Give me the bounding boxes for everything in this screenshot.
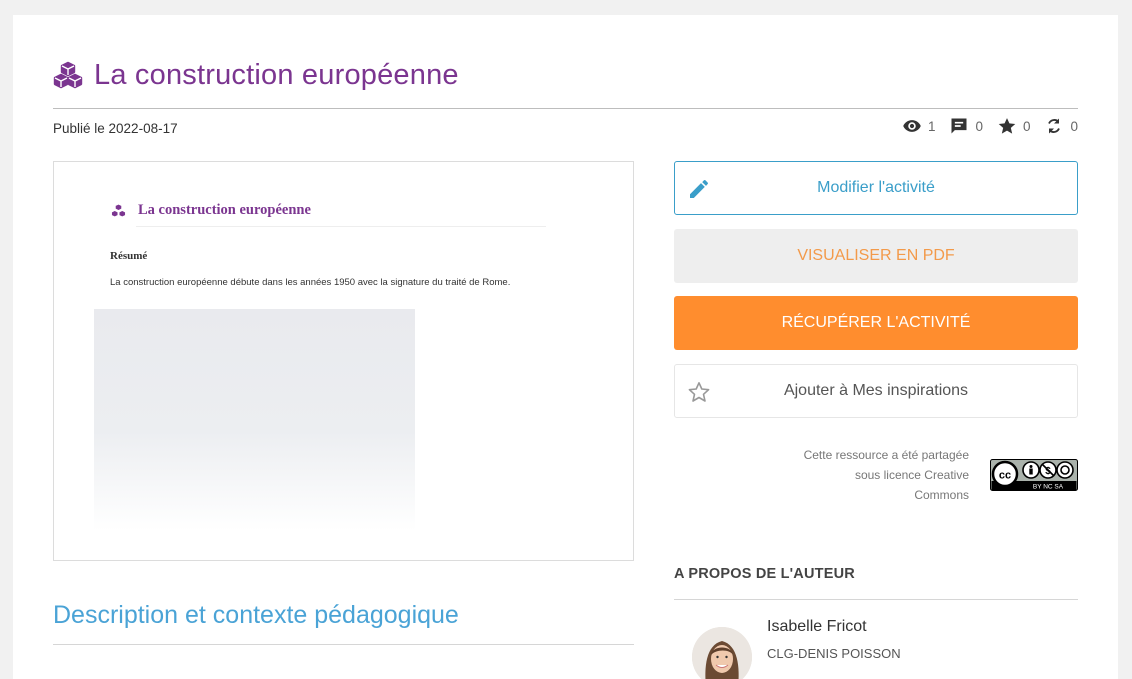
preview-image-placeholder — [94, 309, 415, 531]
cc-by-nc-sa-badge[interactable]: cc $ BY NC SA — [990, 459, 1078, 491]
license-line-2: sous licence Creative — [854, 468, 969, 482]
title-row: La construction européenne — [53, 55, 459, 95]
favorites-stat: 0 — [997, 116, 1031, 136]
comment-icon — [951, 118, 967, 134]
view-pdf-label: VISUALISER EN PDF — [797, 247, 955, 264]
star-outline-icon — [688, 382, 710, 402]
author-school: CLG-DENIS POISSON — [767, 646, 901, 661]
page-title: La construction européenne — [94, 58, 459, 91]
preview-header: La construction européenne — [110, 202, 311, 219]
preview-resume-text: La construction européenne débute dans l… — [110, 277, 511, 288]
views-count: 1 — [927, 118, 936, 134]
view-pdf-button[interactable]: VISUALISER EN PDF — [674, 229, 1078, 283]
add-inspiration-label: Ajouter à Mes inspirations — [783, 382, 969, 399]
edit-activity-button[interactable]: Modifier l'activité — [674, 161, 1078, 215]
description-divider — [53, 644, 634, 645]
activity-card: La construction européenne Publié le 202… — [13, 15, 1118, 679]
cc-badge-text: BY NC SA — [1033, 484, 1064, 491]
eye-icon — [903, 120, 921, 132]
shares-stat: 0 — [1044, 116, 1078, 136]
description-title: Description et contexte pédagogique — [53, 601, 459, 629]
published-date: Publié le 2022-08-17 — [53, 121, 178, 136]
pencil-icon — [690, 180, 708, 198]
about-author-title: A PROPOS DE L'AUTEUR — [674, 566, 855, 582]
get-activity-label: RÉCUPÉRER L'ACTIVITÉ — [781, 314, 971, 331]
author-avatar[interactable] — [692, 627, 752, 679]
sync-icon — [1048, 118, 1061, 134]
comments-count: 0 — [975, 118, 983, 134]
about-author-divider — [674, 599, 1078, 600]
title-divider — [53, 108, 1078, 109]
shares-count: 0 — [1070, 118, 1078, 134]
star-icon — [998, 118, 1016, 134]
comments-stat: 0 — [949, 116, 983, 136]
views-stat: 1 — [902, 116, 936, 136]
preview-divider — [136, 226, 546, 227]
cubes-icon — [53, 61, 83, 89]
preview-title: La construction européenne — [138, 202, 311, 218]
favorites-count: 0 — [1022, 118, 1031, 134]
avatar-portrait — [692, 627, 752, 679]
license-line-3: Commons — [914, 488, 969, 502]
license-text: Cette ressource a été partagée sous lice… — [713, 445, 969, 505]
cubes-icon — [111, 203, 126, 218]
add-inspiration-button[interactable]: Ajouter à Mes inspirations — [674, 364, 1078, 418]
license-line-1: Cette ressource a été partagée — [803, 448, 969, 462]
edit-activity-label: Modifier l'activité — [817, 179, 935, 196]
author-name[interactable]: Isabelle Fricot — [767, 618, 867, 636]
svg-text:cc: cc — [999, 470, 1011, 482]
document-preview[interactable]: La construction européenne Résumé La con… — [53, 161, 634, 561]
preview-resume-label: Résumé — [110, 250, 148, 262]
activity-stats: 1 0 0 0 — [888, 116, 1078, 136]
get-activity-button[interactable]: RÉCUPÉRER L'ACTIVITÉ — [674, 296, 1078, 350]
